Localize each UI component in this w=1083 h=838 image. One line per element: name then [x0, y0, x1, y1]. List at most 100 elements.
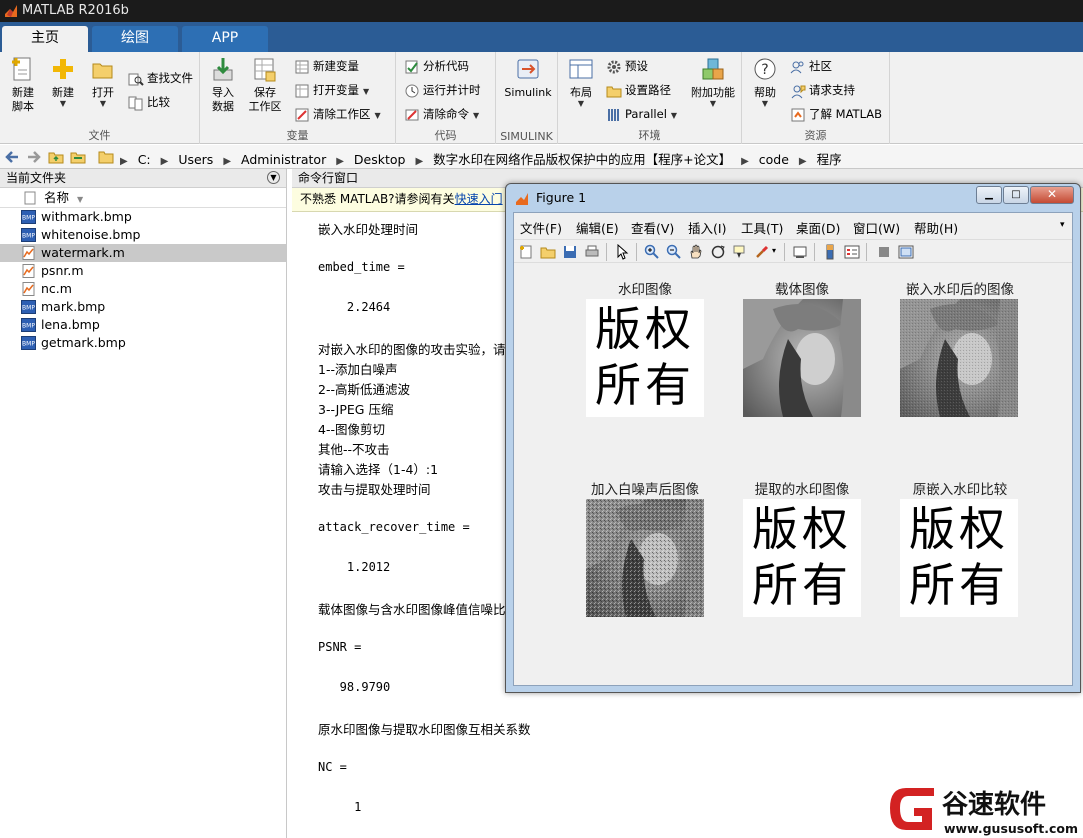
addons-icon — [702, 58, 724, 80]
new-button[interactable]: 新建 ▼ — [42, 56, 84, 108]
file-row[interactable]: BMP whitenoise.bmp — [0, 226, 286, 244]
file-name: nc.m — [41, 281, 72, 296]
new-figure-icon[interactable] — [518, 244, 534, 260]
figure-window[interactable]: Figure 1 ▁ □ ✕ 文件(F) 编辑(E) 查看(V) 插入(I) 工… — [505, 183, 1081, 693]
menu-help[interactable]: 帮助(H) — [914, 218, 958, 237]
save-icon[interactable] — [562, 244, 578, 260]
svg-text:BMP: BMP — [22, 341, 35, 348]
panel-options-icon[interactable]: ▼ — [267, 171, 280, 184]
rotate-3d-icon[interactable] — [710, 244, 726, 260]
tab-apps[interactable]: APP — [182, 26, 268, 52]
new-script-icon — [12, 57, 31, 81]
zoom-in-icon[interactable] — [644, 244, 660, 260]
output-line: 载体图像与含水印图像峰值信噪比 — [318, 602, 506, 617]
data-cursor-icon[interactable] — [732, 244, 748, 260]
analyze-code-button[interactable]: 分析代码 — [404, 56, 469, 76]
breadcrumb-item[interactable]: Users — [178, 152, 213, 167]
output-line: attack_recover_time = — [318, 520, 470, 534]
brush-dropdown-icon[interactable]: ▾ — [772, 246, 776, 255]
new-script-button[interactable]: 新建 脚本 — [2, 56, 44, 114]
legend-icon[interactable] — [844, 244, 860, 260]
file-row[interactable]: BMP getmark.bmp — [0, 334, 286, 352]
new-variable-button[interactable]: 新建变量 — [294, 56, 359, 76]
file-row[interactable]: BMP mark.bmp — [0, 298, 286, 316]
open-file-icon[interactable] — [540, 244, 556, 260]
back-arrow-icon[interactable] — [4, 149, 20, 165]
breadcrumb-item[interactable]: Desktop — [354, 152, 406, 167]
bmp-file-icon: BMP — [21, 300, 36, 314]
bmp-file-icon: BMP — [21, 318, 36, 332]
open-variable-button[interactable]: 打开变量 ▼ — [294, 80, 369, 100]
menu-tools[interactable]: 工具(T) — [741, 218, 783, 237]
preferences-button[interactable]: 预设 — [606, 56, 648, 76]
file-row[interactable]: BMP withmark.bmp — [0, 208, 286, 226]
file-row[interactable]: watermark.m — [0, 244, 286, 262]
minimize-button[interactable]: ▁ — [976, 186, 1002, 204]
compare-button[interactable]: 比较 — [128, 92, 170, 112]
bmp-file-icon: BMP — [21, 336, 36, 350]
svg-text:谷速软件: 谷速软件 — [942, 790, 1046, 820]
zoom-out-icon[interactable] — [666, 244, 682, 260]
close-button[interactable]: ✕ — [1030, 186, 1074, 204]
simulink-group: Simulink SIMULINK — [496, 52, 558, 144]
menu-edit[interactable]: 编辑(E) — [576, 218, 619, 237]
menu-window[interactable]: 窗口(W) — [853, 218, 900, 237]
import-data-button[interactable]: 导入 数据 — [202, 56, 244, 114]
menu-view[interactable]: 查看(V) — [631, 218, 674, 237]
learn-matlab-button[interactable]: 了解 MATLAB — [790, 104, 882, 124]
file-row[interactable]: BMP lena.bmp — [0, 316, 286, 334]
forward-arrow-icon[interactable] — [26, 149, 42, 165]
subplot-title: 嵌入水印后的图像 — [906, 282, 1014, 298]
menu-insert[interactable]: 插入(I) — [688, 218, 726, 237]
svg-text:www.gususoft.com: www.gususoft.com — [944, 821, 1078, 836]
figure-canvas[interactable]: 水印图像 版权 所有 载体图像 嵌入水印后的图像 加入白噪声后图像 提取的水印图… — [514, 265, 1072, 685]
pointer-icon[interactable] — [614, 244, 630, 260]
menubar-overflow-icon[interactable]: ▾ — [1060, 220, 1065, 230]
breadcrumb-item[interactable]: C: — [138, 152, 151, 167]
menu-file[interactable]: 文件(F) — [520, 218, 562, 237]
tab-home[interactable]: 主页 — [2, 26, 88, 52]
subplot-title: 水印图像 — [618, 282, 672, 298]
simulink-button[interactable]: Simulink — [500, 56, 556, 100]
up-folder-icon[interactable] — [48, 149, 64, 165]
brand-logo: 谷速软件 www.gususoft.com — [884, 782, 1083, 838]
addons-button[interactable]: 附加功能 ▼ — [686, 56, 740, 108]
breadcrumb-item[interactable]: 数字水印在网络作品版权保护中的应用【程序+论文】 — [433, 152, 731, 167]
parallel-button[interactable]: Parallel ▼ — [606, 104, 677, 124]
breadcrumb-item[interactable]: 程序 — [817, 152, 842, 167]
set-path-button[interactable]: 设置路径 — [606, 80, 671, 100]
community-button[interactable]: 社区 — [790, 56, 832, 76]
menu-desktop[interactable]: 桌面(D) — [796, 218, 840, 237]
breadcrumb-item[interactable]: code — [759, 152, 789, 167]
run-and-time-icon — [405, 84, 419, 97]
print-icon[interactable] — [584, 244, 600, 260]
find-files-button[interactable]: 查找文件 — [128, 68, 193, 88]
run-and-time-button[interactable]: 运行并计时 — [404, 80, 481, 100]
open-button[interactable]: 打开 ▼ — [82, 56, 124, 108]
clear-workspace-button[interactable]: 清除工作区 ▼ — [294, 104, 381, 124]
save-workspace-button[interactable]: 保存 工作区 — [244, 56, 286, 114]
breadcrumb-item[interactable]: Administrator — [241, 152, 326, 167]
name-column-header[interactable]: 名称 ▼ — [0, 188, 286, 208]
notice-text: 不熟悉 MATLAB?请参阅有关 — [300, 192, 455, 206]
help-button[interactable]: ? 帮助 ▼ — [744, 56, 786, 108]
clear-commands-button[interactable]: 清除命令 ▼ — [404, 104, 479, 124]
maximize-button[interactable]: □ — [1003, 186, 1029, 204]
brush-icon[interactable] — [754, 244, 770, 260]
pan-hand-icon[interactable] — [688, 244, 704, 260]
file-row[interactable]: psnr.m — [0, 262, 286, 280]
breadcrumb-separator: ▶ — [415, 156, 424, 167]
show-plot-tools-icon[interactable] — [898, 244, 914, 260]
resources-group-label: 资源 — [804, 129, 827, 142]
layout-button[interactable]: 布局 ▼ — [560, 56, 602, 108]
hide-plot-tools-icon[interactable] — [876, 244, 892, 260]
link-plot-icon[interactable] — [792, 244, 808, 260]
tab-plots[interactable]: 绘图 — [92, 26, 178, 52]
request-support-button[interactable]: 请求支持 — [790, 80, 855, 100]
breadcrumb-separator: ▶ — [223, 156, 232, 167]
file-row[interactable]: nc.m — [0, 280, 286, 298]
browse-folder-icon[interactable] — [70, 149, 86, 165]
colorbar-icon[interactable] — [822, 244, 838, 260]
output-line: 请输入选择（1-4）:1 — [318, 462, 439, 477]
quick-start-link[interactable]: 快速入门 — [455, 192, 503, 206]
